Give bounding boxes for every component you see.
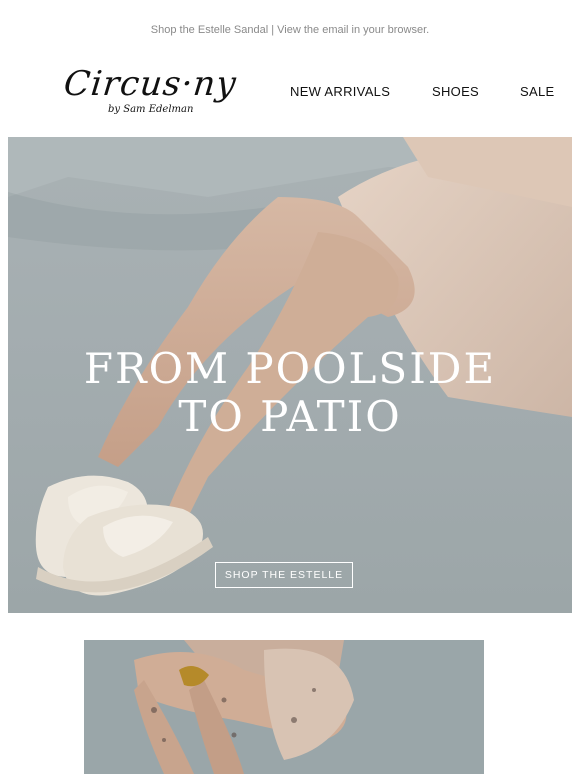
logo-subtitle: by Sam Edelman bbox=[108, 104, 194, 115]
brand-logo[interactable]: Circus·ny by Sam Edelman bbox=[62, 64, 239, 126]
hero-headline-line2: TO PATIO bbox=[178, 392, 402, 441]
hero-headline-line1: FROM POOLSIDE bbox=[83, 344, 497, 393]
preheader: Shop the Estelle Sandal | View the email… bbox=[0, 24, 580, 36]
nav-shoes[interactable]: SHOES bbox=[432, 84, 479, 99]
email-header: Circus·ny by Sam Edelman NEW ARRIVALS SH… bbox=[0, 60, 580, 130]
nav-new-arrivals[interactable]: NEW ARRIVALS bbox=[290, 84, 390, 99]
logo-wordmark: Circus·ny bbox=[61, 64, 239, 104]
nav-sale[interactable]: SALE bbox=[520, 84, 554, 99]
preheader-separator: | bbox=[268, 24, 278, 36]
view-in-browser-link[interactable]: View the email in your browser. bbox=[277, 24, 429, 36]
hero-headline: FROM POOLSIDE TO PATIO bbox=[8, 345, 572, 441]
shop-estelle-link[interactable]: Shop the Estelle Sandal bbox=[151, 24, 268, 36]
tattooed-model-photo bbox=[84, 640, 484, 774]
shop-the-estelle-button[interactable]: SHOP THE ESTELLE bbox=[215, 562, 353, 588]
hero-banner[interactable]: FROM POOLSIDE TO PATIO SHOP THE ESTELLE bbox=[8, 137, 572, 613]
secondary-image[interactable] bbox=[84, 640, 484, 774]
